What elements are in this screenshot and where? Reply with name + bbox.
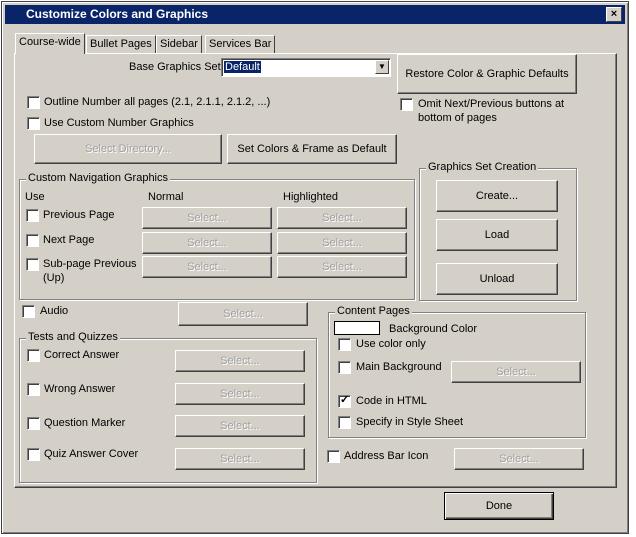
wrong-answer-select-button[interactable]: Select... xyxy=(175,383,305,405)
background-color-label: Background Color xyxy=(389,323,478,335)
nav-graphics-title: Custom Navigation Graphics xyxy=(26,172,171,184)
previous-page-label: Previous Page xyxy=(43,209,115,221)
tab-sidebar[interactable]: Sidebar xyxy=(156,35,202,54)
previous-page-checkbox[interactable] xyxy=(26,209,39,222)
quiz-answer-cover-select-button[interactable]: Select... xyxy=(175,448,305,470)
tab-course-wide[interactable]: Course-wide xyxy=(15,33,85,54)
graphics-set-title: Graphics Set Creation xyxy=(426,161,539,173)
audio-select-button[interactable]: Select... xyxy=(178,302,308,326)
tab-services-bar[interactable]: Services Bar xyxy=(205,35,276,54)
subpage-previous-label: Sub-page Previous xyxy=(43,258,137,270)
subpage-highlighted-select-button[interactable]: Select... xyxy=(277,256,407,278)
correct-answer-select-button[interactable]: Select... xyxy=(175,350,305,372)
window-title: Customize Colors and Graphics xyxy=(26,7,209,21)
col-use-header: Use xyxy=(25,191,45,203)
omit-next-prev-label: Omit Next/Previous buttons at xyxy=(418,98,565,110)
subpage-previous-label-line2: (Up) xyxy=(43,272,65,284)
col-normal-header: Normal xyxy=(148,191,184,203)
close-button[interactable]: × xyxy=(606,7,622,22)
base-graphics-label: Base Graphics Set xyxy=(129,61,221,73)
code-in-html-checkbox[interactable]: ✓ xyxy=(338,394,351,408)
outline-numbers-label: Outline Number all pages (2.1, 2.1.1, 2.… xyxy=(44,96,271,108)
set-colors-default-button[interactable]: Set Colors & Frame as Default xyxy=(227,134,397,164)
tab-bullet-pages[interactable]: Bullet Pages xyxy=(86,35,156,54)
create-button[interactable]: Create... xyxy=(436,180,558,212)
use-color-only-checkbox[interactable] xyxy=(338,338,351,351)
style-sheet-checkbox[interactable] xyxy=(338,416,351,429)
outline-numbers-checkbox[interactable] xyxy=(27,96,40,109)
style-sheet-label: Specify in Style Sheet xyxy=(356,416,464,428)
code-in-html-label: Code in HTML xyxy=(356,395,427,407)
checkmark-icon: ✓ xyxy=(340,394,350,406)
previous-highlighted-select-button[interactable]: Select... xyxy=(277,207,407,229)
wrong-answer-checkbox[interactable] xyxy=(27,383,40,396)
background-color-swatch[interactable] xyxy=(334,321,380,335)
content-pages-title: Content Pages xyxy=(335,305,412,317)
title-bar: Customize Colors and Graphics × xyxy=(5,5,625,24)
next-highlighted-select-button[interactable]: Select... xyxy=(277,232,407,254)
tests-quizzes-title: Tests and Quizzes xyxy=(26,331,120,343)
next-normal-select-button[interactable]: Select... xyxy=(142,232,272,254)
custom-number-checkbox[interactable] xyxy=(27,117,40,130)
load-button[interactable]: Load xyxy=(436,219,558,251)
quiz-answer-cover-label: Quiz Answer Cover xyxy=(44,448,139,460)
omit-next-prev-label-line2: bottom of pages xyxy=(418,112,497,124)
done-button[interactable]: Done xyxy=(444,492,554,520)
subpage-previous-checkbox[interactable] xyxy=(26,258,39,271)
question-marker-label: Question Marker xyxy=(44,417,126,429)
main-background-checkbox[interactable] xyxy=(338,361,351,374)
chevron-down-icon[interactable]: ▼ xyxy=(375,60,389,74)
select-directory-button[interactable]: Select Directory... xyxy=(34,134,222,164)
next-page-checkbox[interactable] xyxy=(26,234,39,247)
previous-normal-select-button[interactable]: Select... xyxy=(142,207,272,229)
next-page-label: Next Page xyxy=(43,234,95,246)
correct-answer-label: Correct Answer xyxy=(44,349,120,361)
address-bar-icon-label: Address Bar Icon xyxy=(344,450,429,462)
quiz-answer-cover-checkbox[interactable] xyxy=(27,448,40,461)
question-marker-select-button[interactable]: Select... xyxy=(175,415,305,437)
wrong-answer-label: Wrong Answer xyxy=(44,383,116,395)
omit-next-prev-checkbox[interactable] xyxy=(400,98,413,111)
audio-label: Audio xyxy=(40,305,69,317)
main-background-select-button[interactable]: Select... xyxy=(451,361,581,383)
correct-answer-checkbox[interactable] xyxy=(27,349,40,362)
restore-defaults-button[interactable]: Restore Color & Graphic Defaults xyxy=(397,54,577,94)
base-graphics-select[interactable]: Default ▼ xyxy=(221,58,391,77)
subpage-normal-select-button[interactable]: Select... xyxy=(142,256,272,278)
col-highlighted-header: Highlighted xyxy=(283,191,339,203)
use-color-only-label: Use color only xyxy=(356,338,426,350)
base-graphics-value: Default xyxy=(224,61,261,73)
unload-button[interactable]: Unload xyxy=(436,263,558,295)
audio-checkbox[interactable] xyxy=(22,305,35,318)
address-bar-select-button[interactable]: Select... xyxy=(454,448,584,470)
custom-number-label: Use Custom Number Graphics xyxy=(44,117,194,129)
address-bar-icon-checkbox[interactable] xyxy=(327,450,340,463)
question-marker-checkbox[interactable] xyxy=(27,417,40,430)
main-background-label: Main Background xyxy=(356,361,442,373)
